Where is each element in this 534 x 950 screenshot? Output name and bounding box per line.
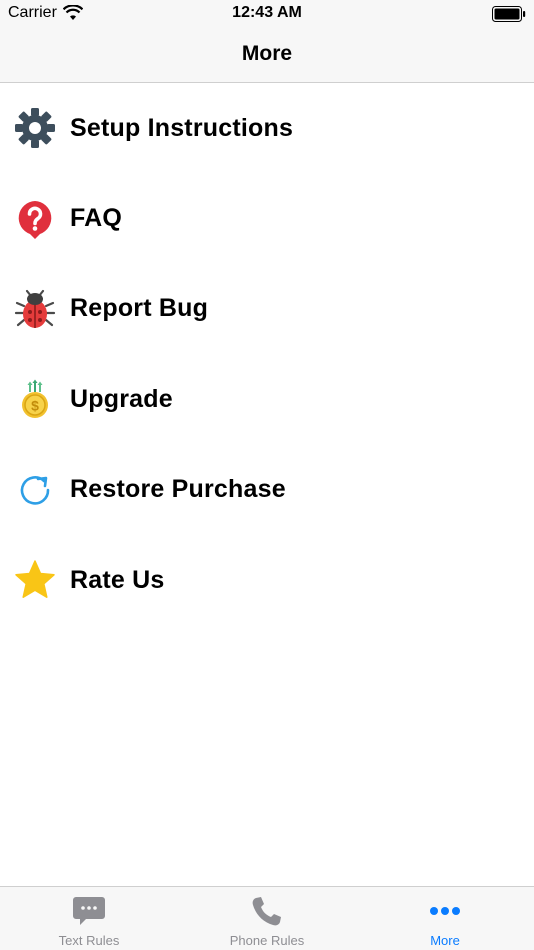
tab-phone-rules[interactable]: Phone Rules (178, 887, 356, 950)
more-menu-list: Setup Instructions FAQ Report Bug $ Upgr… (0, 83, 534, 625)
tab-more[interactable]: More (356, 887, 534, 950)
restore-icon (14, 469, 56, 511)
menu-item-upgrade[interactable]: $ Upgrade (0, 354, 534, 444)
menu-item-report-bug[interactable]: Report Bug (0, 264, 534, 354)
bug-icon (14, 288, 56, 330)
menu-item-setup-instructions[interactable]: Setup Instructions (0, 83, 534, 173)
menu-item-faq[interactable]: FAQ (0, 173, 534, 263)
tab-bar: Text Rules Phone Rules More (0, 886, 534, 950)
menu-item-label: Setup Instructions (70, 113, 294, 142)
svg-text:$: $ (31, 398, 39, 414)
page-title: More (241, 42, 293, 65)
menu-item-label: Rate Us (70, 565, 165, 594)
menu-item-label: Restore Purchase (70, 475, 286, 504)
tab-label: More (430, 933, 460, 948)
question-icon (14, 198, 56, 240)
star-icon (14, 559, 56, 601)
tab-label: Text Rules (58, 933, 120, 948)
menu-item-rate-us[interactable]: Rate Us (0, 535, 534, 625)
tab-text-rules[interactable]: Text Rules (0, 887, 178, 950)
upgrade-coin-icon: $ (14, 378, 56, 420)
menu-item-restore-purchase[interactable]: Restore Purchase (0, 445, 534, 535)
menu-item-label: FAQ (70, 204, 122, 233)
battery-icon (492, 6, 526, 22)
more-dots-icon (428, 895, 462, 927)
more-screen: Carrier 12:43 AM More Setup Instructions… (0, 0, 534, 950)
navigation-bar: More (0, 28, 534, 83)
status-bar: Carrier 12:43 AM (0, 0, 534, 28)
menu-item-label: Upgrade (70, 384, 173, 413)
menu-item-label: Report Bug (70, 294, 209, 323)
chat-bubble-icon (72, 895, 106, 927)
tab-label: Phone Rules (229, 933, 305, 948)
status-time: 12:43 AM (232, 4, 302, 21)
gear-icon (14, 107, 56, 149)
phone-icon (250, 895, 284, 927)
